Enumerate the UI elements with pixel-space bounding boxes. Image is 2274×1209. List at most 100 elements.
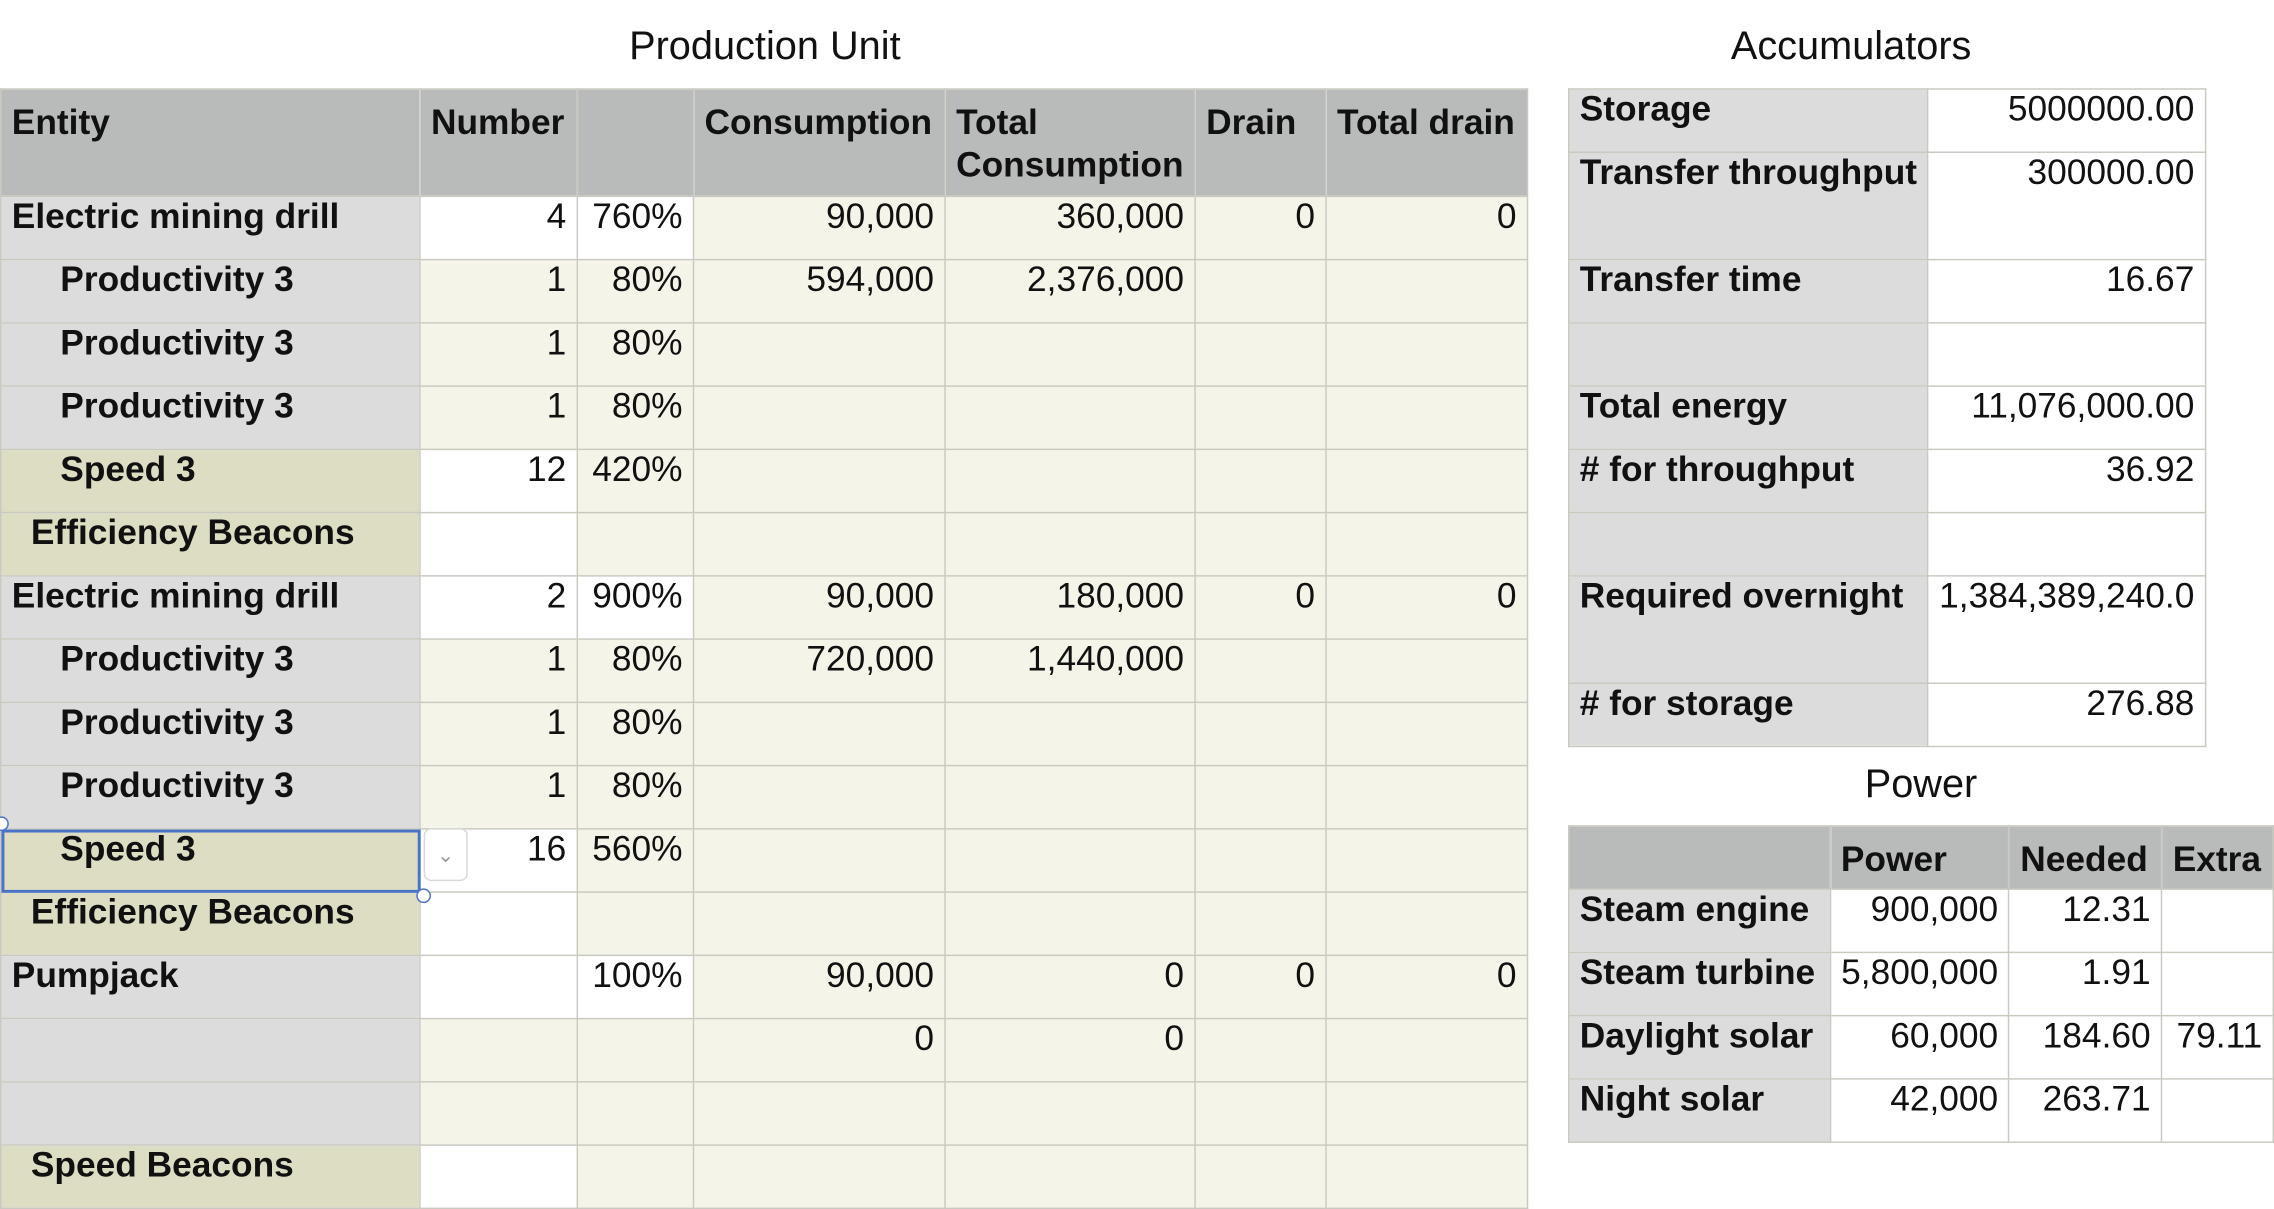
power-cell-power[interactable]: 42,000	[1829, 1078, 2010, 1143]
cell-percent[interactable]: 80%	[576, 764, 695, 830]
cell-drain[interactable]	[1194, 701, 1327, 767]
cell-total-consumption[interactable]	[944, 1081, 1196, 1146]
accumulator-label[interactable]: Required overnight	[1567, 575, 1929, 684]
cell-number[interactable]: 12	[419, 448, 579, 514]
cell-percent[interactable]: 420%	[576, 448, 695, 514]
cell-drain[interactable]	[1194, 1144, 1327, 1209]
accumulator-value[interactable]	[1927, 511, 2207, 577]
power-cell-needed[interactable]: 184.60	[2008, 1014, 2163, 1080]
cell-percent[interactable]: 80%	[576, 385, 695, 451]
cell-percent[interactable]	[576, 1081, 695, 1146]
cell-entity[interactable]: Speed 3	[0, 828, 421, 893]
accumulator-label[interactable]: Total energy	[1567, 385, 1929, 451]
cell-total-drain[interactable]	[1325, 511, 1529, 577]
cell-drain[interactable]	[1194, 764, 1327, 830]
cell-drain[interactable]: 0	[1194, 575, 1327, 640]
cell-percent[interactable]: 760%	[576, 195, 695, 261]
power-cell-label[interactable]: Daylight solar	[1567, 1014, 1831, 1080]
cell-consumption[interactable]	[692, 448, 946, 514]
cell-entity[interactable]: Productivity 3	[0, 764, 421, 830]
cell-consumption[interactable]	[692, 511, 946, 577]
cell-number[interactable]: 2	[419, 575, 579, 640]
cell-drain[interactable]	[1194, 322, 1327, 387]
accumulator-label[interactable]: Transfer throughput	[1567, 151, 1929, 261]
cell-number[interactable]	[419, 1017, 579, 1083]
cell-number[interactable]	[419, 1081, 579, 1146]
cell-entity[interactable]: Electric mining drill	[0, 195, 421, 261]
accumulator-label[interactable]: Storage	[1567, 88, 1929, 153]
header-consumption[interactable]: Consumption	[692, 88, 946, 198]
accumulator-value[interactable]: 1,384,389,240.0	[1927, 575, 2207, 684]
power-cell-power[interactable]: 900,000	[1829, 888, 2010, 954]
power-header-needed[interactable]: Needed	[2008, 825, 2163, 890]
accumulator-value[interactable]: 11,076,000.00	[1927, 385, 2207, 451]
cell-consumption[interactable]: 594,000	[692, 258, 946, 324]
cell-drain[interactable]	[1194, 385, 1327, 451]
power-cell-needed[interactable]: 263.71	[2008, 1078, 2163, 1143]
cell-drain[interactable]	[1194, 891, 1327, 957]
power-header-extra[interactable]: Extra	[2160, 825, 2274, 890]
cell-total-consumption[interactable]	[944, 448, 1196, 514]
cell-total-consumption[interactable]	[944, 701, 1196, 767]
cell-percent[interactable]: 80%	[576, 701, 695, 767]
cell-percent[interactable]	[576, 1144, 695, 1209]
cell-consumption[interactable]: 720,000	[692, 638, 946, 704]
cell-total-drain[interactable]	[1325, 764, 1529, 830]
cell-total-drain[interactable]	[1325, 1081, 1529, 1146]
power-cell-power[interactable]: 5,800,000	[1829, 951, 2010, 1017]
cell-entity[interactable]: Productivity 3	[0, 322, 421, 387]
header-total-consumption[interactable]: Total Consumption	[944, 88, 1196, 198]
cell-percent[interactable]: 900%	[576, 575, 695, 640]
accumulator-value[interactable]	[1927, 322, 2207, 387]
cell-drain[interactable]: 0	[1194, 195, 1327, 261]
cell-percent[interactable]: 80%	[576, 258, 695, 324]
cell-total-drain[interactable]	[1325, 1144, 1529, 1209]
power-header-power[interactable]: Power	[1829, 825, 2010, 890]
cell-total-consumption[interactable]	[944, 828, 1196, 893]
power-cell-extra[interactable]: 79.11	[2160, 1014, 2274, 1080]
cell-entity[interactable]	[0, 1017, 421, 1083]
power-cell-extra[interactable]	[2160, 888, 2274, 954]
cell-percent[interactable]	[576, 891, 695, 957]
power-cell-needed[interactable]: 1.91	[2008, 951, 2163, 1017]
cell-total-drain[interactable]: 0	[1325, 195, 1529, 261]
cell-total-drain[interactable]	[1325, 322, 1529, 387]
accumulator-label[interactable]: # for throughput	[1567, 448, 1929, 514]
cell-total-drain[interactable]	[1325, 638, 1529, 704]
cell-consumption[interactable]	[692, 764, 946, 830]
cell-total-drain[interactable]	[1325, 385, 1529, 451]
header-number[interactable]: Number	[419, 88, 579, 198]
cell-total-drain[interactable]	[1325, 891, 1529, 957]
cell-total-consumption[interactable]	[944, 764, 1196, 830]
accumulator-value[interactable]: 36.92	[1927, 448, 2207, 514]
cell-total-drain[interactable]	[1325, 701, 1529, 767]
cell-entity[interactable]	[0, 1081, 421, 1146]
cell-number[interactable]: 1	[419, 258, 579, 324]
cell-percent[interactable]: 80%	[576, 322, 695, 387]
cell-entity[interactable]: Speed Beacons	[0, 1144, 421, 1209]
power-cell-extra[interactable]	[2160, 951, 2274, 1017]
cell-total-consumption[interactable]	[944, 891, 1196, 957]
cell-number[interactable]: 1	[419, 322, 579, 387]
cell-percent[interactable]	[576, 511, 695, 577]
cell-percent[interactable]: 560%	[576, 828, 695, 893]
cell-consumption[interactable]: 0	[692, 1017, 946, 1083]
cell-total-consumption[interactable]: 180,000	[944, 575, 1196, 640]
cell-consumption[interactable]	[692, 322, 946, 387]
power-cell-extra[interactable]	[2160, 1078, 2274, 1143]
cell-number[interactable]	[419, 511, 579, 577]
cell-total-consumption[interactable]: 2,376,000	[944, 258, 1196, 324]
accumulator-value[interactable]: 300000.00	[1927, 151, 2207, 261]
cell-drain[interactable]	[1194, 828, 1327, 893]
cell-consumption[interactable]	[692, 385, 946, 451]
cell-consumption[interactable]	[692, 1144, 946, 1209]
accumulator-value[interactable]: 16.67	[1927, 258, 2207, 324]
power-cell-power[interactable]: 60,000	[1829, 1014, 2010, 1080]
cell-entity[interactable]: Productivity 3	[0, 258, 421, 324]
header-total-drain[interactable]: Total drain	[1325, 88, 1529, 198]
cell-total-consumption[interactable]: 0	[944, 954, 1196, 1020]
cell-entity[interactable]: Pumpjack	[0, 954, 421, 1020]
cell-total-drain[interactable]	[1325, 258, 1529, 324]
cell-entity[interactable]: Electric mining drill	[0, 575, 421, 640]
accumulator-label[interactable]	[1567, 511, 1929, 577]
